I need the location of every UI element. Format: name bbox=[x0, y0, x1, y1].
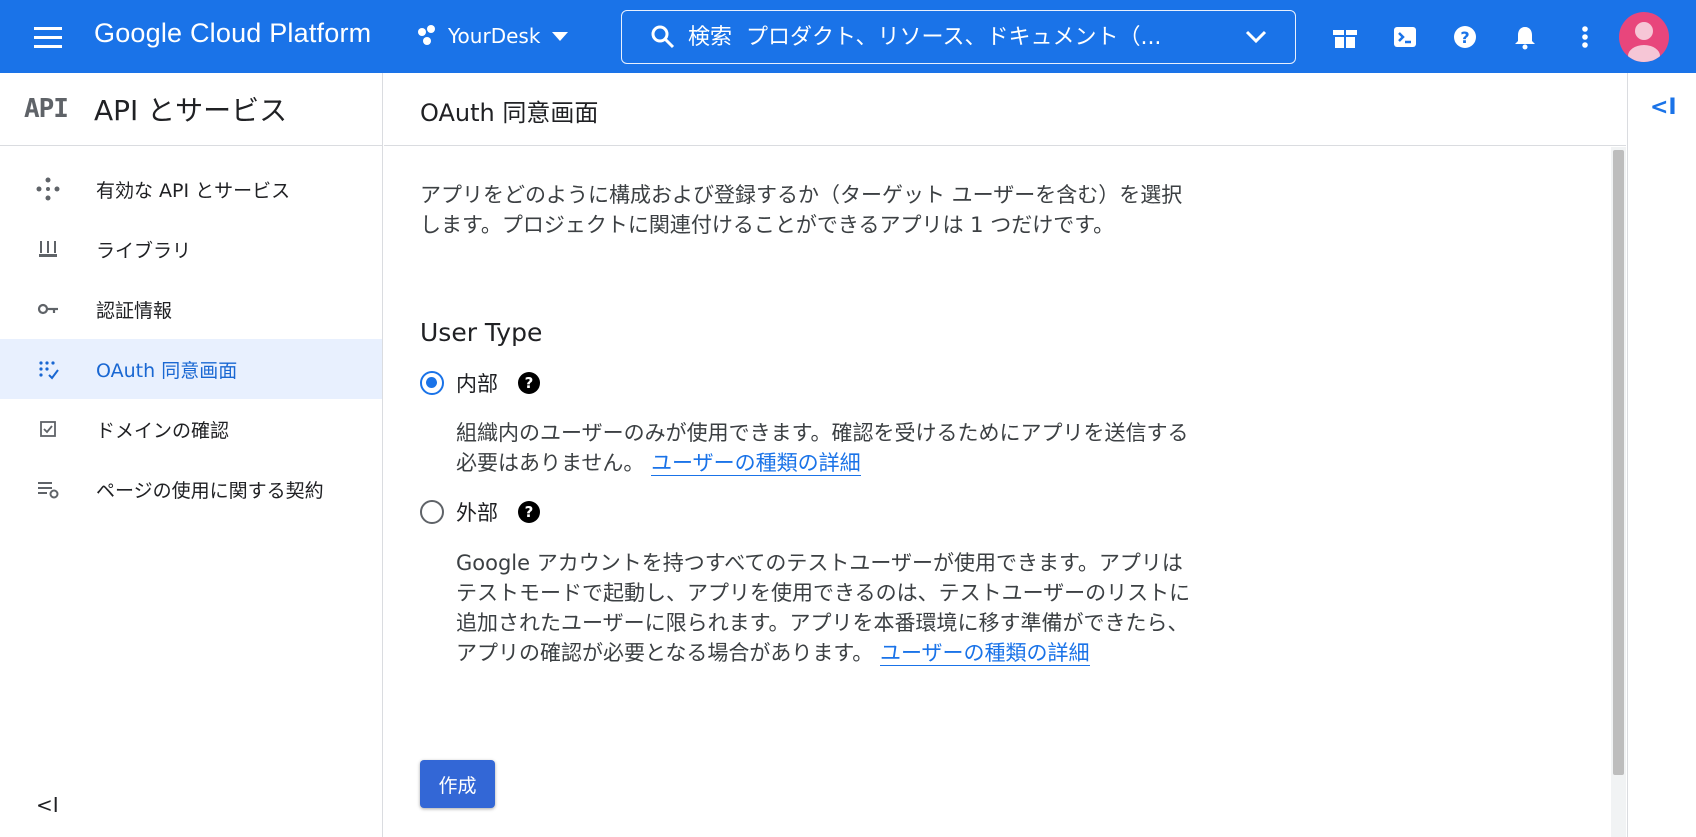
bell-icon[interactable] bbox=[1511, 23, 1539, 51]
sidebar-item-domain-verification[interactable]: ドメインの確認 bbox=[0, 399, 382, 459]
chevron-down-icon bbox=[552, 31, 569, 41]
collapse-nav-button[interactable]: <I bbox=[36, 793, 59, 817]
project-selector[interactable]: YourDesk bbox=[418, 24, 569, 48]
top-app-bar: Google Cloud Platform YourDesk ? bbox=[0, 0, 1696, 73]
user-type-details-link[interactable]: ユーザーの種類の詳細 bbox=[651, 451, 861, 476]
right-panel: <I bbox=[1627, 73, 1696, 837]
radio-label-external: 外部 bbox=[456, 501, 498, 525]
create-button[interactable]: 作成 bbox=[420, 760, 495, 808]
terminal-icon[interactable] bbox=[1391, 23, 1419, 51]
sidebar-item-credentials[interactable]: 認証情報 bbox=[0, 279, 382, 339]
project-name: YourDesk bbox=[448, 24, 541, 48]
sidebar-item-label: 有効な API とサービス bbox=[96, 179, 291, 202]
avatar[interactable] bbox=[1619, 12, 1669, 62]
radio-button-unchecked[interactable] bbox=[420, 500, 444, 524]
side-navigation: API API とサービス 有効な API とサービス ライブラリ 認証情報 O… bbox=[0, 73, 383, 837]
collapse-panel-button[interactable]: <I bbox=[1650, 95, 1677, 120]
settings-list-icon bbox=[36, 477, 60, 501]
radio-button-checked[interactable] bbox=[420, 371, 444, 395]
chevron-down-icon[interactable] bbox=[1245, 29, 1267, 49]
search-icon bbox=[650, 24, 676, 50]
sidebar-item-label: ドメインの確認 bbox=[96, 419, 230, 442]
search-bar[interactable] bbox=[621, 10, 1296, 64]
sidebar-item-page-usage-agreements[interactable]: ページの使用に関する契約 bbox=[0, 459, 382, 519]
radio-internal[interactable]: 内部 ? bbox=[420, 368, 540, 398]
sidebar-item-oauth-consent[interactable]: OAuth 同意画面 bbox=[0, 339, 382, 399]
radio-label-internal: 内部 bbox=[456, 372, 498, 396]
user-type-details-link[interactable]: ユーザーの種類の詳細 bbox=[879, 641, 1090, 666]
sidebar-item-label: ライブラリ bbox=[96, 239, 192, 262]
sidebar-item-label: OAuth 同意画面 bbox=[96, 359, 238, 382]
diamond-dots-icon bbox=[36, 177, 60, 201]
consent-icon bbox=[36, 357, 60, 381]
brand-title[interactable]: Google Cloud Platform bbox=[94, 18, 371, 49]
search-input[interactable] bbox=[688, 24, 1208, 50]
checkbox-icon bbox=[36, 417, 60, 441]
intro-text: アプリをどのように構成および登録するか（ターゲット ユーザーを含む）を選択します… bbox=[420, 183, 1183, 237]
sidebar-item-library[interactable]: ライブラリ bbox=[0, 219, 382, 279]
help-icon[interactable]: ? bbox=[518, 372, 540, 394]
api-logo: API bbox=[24, 94, 69, 124]
scrollbar-thumb[interactable] bbox=[1613, 150, 1624, 775]
more-vert-icon[interactable] bbox=[1571, 23, 1599, 51]
radio-external[interactable]: 外部 ? bbox=[420, 497, 540, 527]
sidebar-item-label: ページの使用に関する契約 bbox=[96, 479, 324, 502]
nav-title: API とサービス bbox=[93, 94, 288, 127]
library-icon bbox=[36, 237, 60, 261]
user-type-title: User Type bbox=[420, 318, 543, 347]
page-header: OAuth 同意画面 bbox=[384, 73, 1626, 146]
internal-description: 組織内のユーザーのみが使用できます。確認を受けるためにアプリを送信する必要はあり… bbox=[456, 418, 1196, 478]
sidebar-item-label: 認証情報 bbox=[96, 299, 173, 322]
sidebar-item-enabled-apis[interactable]: 有効な API とサービス bbox=[0, 159, 382, 219]
gift-icon[interactable] bbox=[1331, 23, 1359, 51]
hamburger-menu-icon[interactable] bbox=[28, 23, 68, 51]
svg-text:?: ? bbox=[1460, 28, 1469, 47]
external-description: Google アカウントを持つすべてのテストユーザーが使用できます。アプリはテス… bbox=[456, 548, 1196, 668]
key-icon bbox=[36, 297, 60, 321]
page-title: OAuth 同意画面 bbox=[420, 99, 599, 127]
help-icon[interactable]: ? bbox=[518, 501, 540, 523]
help-icon[interactable]: ? bbox=[1451, 23, 1479, 51]
nav-header: API API とサービス bbox=[0, 73, 382, 146]
intro-section: アプリをどのように構成および登録するか（ターゲット ユーザーを含む）を選択します… bbox=[420, 180, 1200, 240]
project-dots-icon bbox=[418, 25, 440, 47]
